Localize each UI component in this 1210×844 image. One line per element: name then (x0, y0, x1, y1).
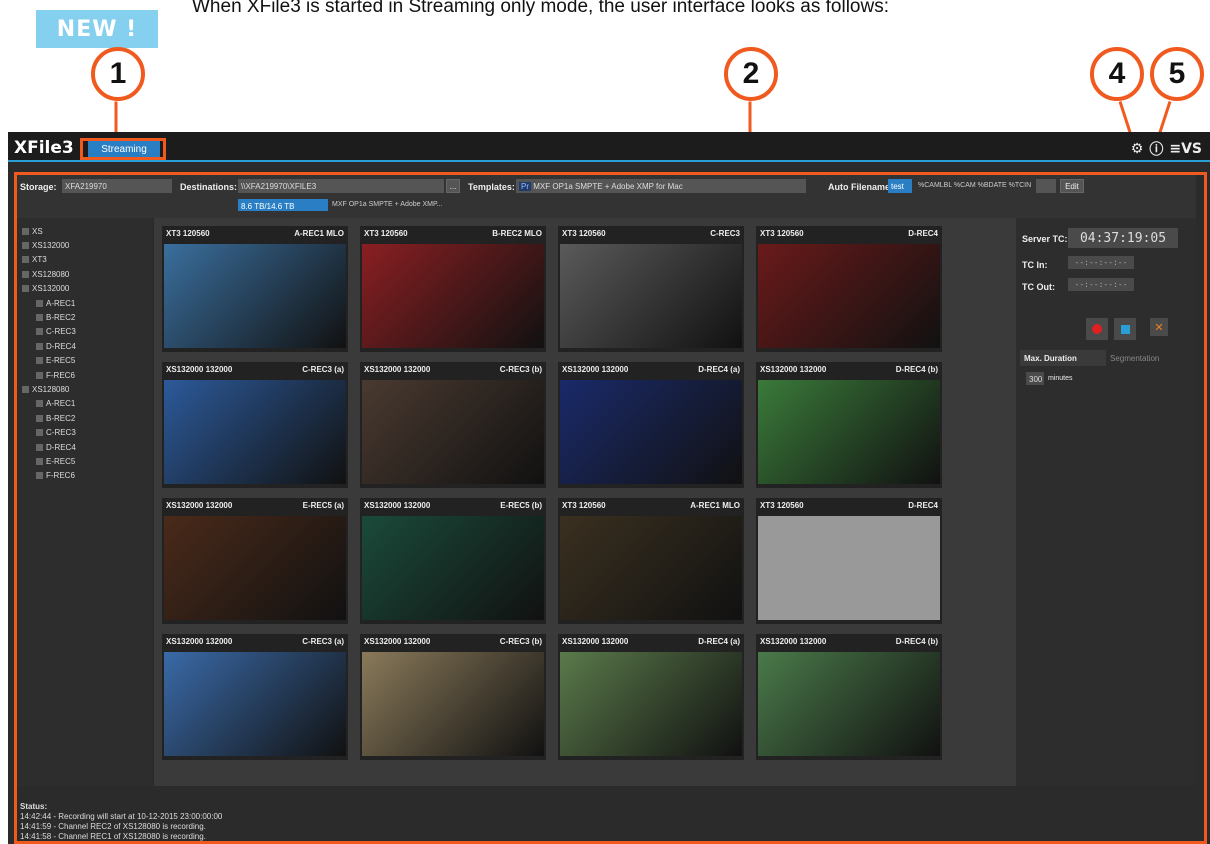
callout-4: 4 (1090, 47, 1144, 101)
main-area-highlight (14, 172, 1207, 844)
new-badge: NEW ! (36, 10, 158, 48)
tab-highlight (80, 138, 166, 160)
app-logo: XFile3 (14, 138, 74, 158)
callout-2: 2 (724, 47, 778, 101)
callout-1: 1 (91, 47, 145, 101)
title-bar: XFile3 Streaming ⚙ ⓘ ≡VS (8, 132, 1210, 162)
callout-5: 5 (1150, 47, 1204, 101)
intro-text: When XFile3 is started in Streaming only… (192, 0, 889, 17)
evs-logo: ≡VS (1169, 141, 1202, 157)
help-icon[interactable]: ⓘ (1149, 139, 1163, 159)
titlebar-icons: ⚙ ⓘ ≡VS (1131, 139, 1202, 159)
gear-icon[interactable]: ⚙ (1131, 141, 1144, 157)
